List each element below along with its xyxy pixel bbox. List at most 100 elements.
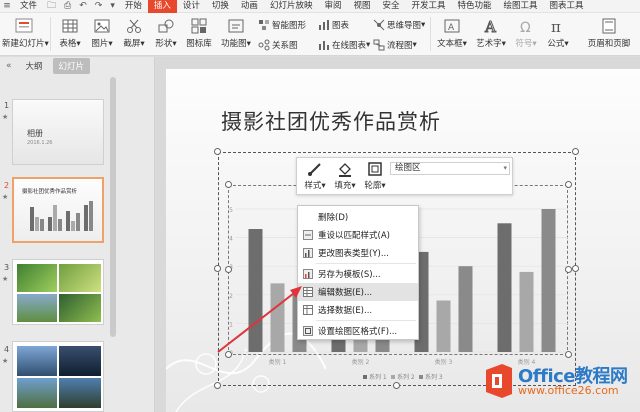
selector-value: 绘图区 (395, 163, 421, 173)
slide-thumbnail-1[interactable]: 相册 2016.1.26 (12, 99, 104, 165)
menu-item-label: 选择数据(E)... (318, 306, 373, 316)
collapse-icon[interactable]: « (6, 61, 12, 71)
outline-button[interactable]: 轮廓▾ (361, 161, 389, 191)
icon-lib-button[interactable]: 图标库 (184, 17, 214, 49)
thumb-title: 相册 (27, 129, 43, 138)
menu-transition[interactable]: 切换 (206, 0, 235, 13)
function-chart-button[interactable]: 功能图▾ (218, 17, 254, 49)
menu-drawing-tools[interactable]: 绘图工具 (498, 0, 544, 13)
flowchart-button[interactable]: 流程图 ▾ (373, 39, 417, 51)
x-tick-label: 类别 3 (435, 358, 453, 366)
reset-style-icon (298, 230, 318, 240)
resize-handle[interactable] (393, 382, 400, 389)
slide-title[interactable]: 摄影社团优秀作品赏析 (221, 106, 441, 136)
ribbon: 新建幻灯片▾ 表格▾ 图片▾ 截屏▾ 形状▾ 图标库 功能图▾ 智能图形 图表 … (0, 13, 640, 56)
watermark: Office教程网 www.office26.com (478, 356, 640, 412)
thumb-photo (17, 264, 57, 292)
slide-number: 3 (4, 263, 10, 272)
scissors-icon (127, 19, 141, 33)
slide-thumbnail-2[interactable]: 摄影社团优秀作品赏析 (12, 177, 104, 243)
menu-developer[interactable]: 开发工具 (406, 0, 452, 13)
menu-review[interactable]: 审阅 (318, 0, 347, 13)
thumb-photo (17, 346, 57, 376)
relationship-button[interactable]: 关系图 (258, 39, 298, 51)
header-footer-button[interactable]: 页眉和页脚 (580, 17, 638, 49)
smart-graphic-button[interactable]: 智能图形 (258, 19, 306, 31)
resize-handle[interactable] (214, 148, 221, 155)
slide-number: 4 (4, 345, 10, 354)
formula-button[interactable]: π 公式▾ (544, 17, 572, 49)
menu-item-select-data[interactable]: 选择数据(E)... (298, 301, 418, 319)
slide-thumbnail-4[interactable] (12, 341, 104, 412)
thumb-chart (30, 201, 93, 231)
thumb-subtitle: 2016.1.26 (27, 140, 53, 146)
menu-item-reset-style[interactable]: 重设以匹配样式(A) (298, 226, 418, 244)
menu-home[interactable]: 开始 (119, 0, 148, 13)
dropdown-arrow-icon: ▾ (44, 39, 49, 49)
floating-format-toolbar: 样式▾ 填充▾ 轮廓▾ 绘图区 ▾ (296, 157, 513, 195)
menu-slideshow[interactable]: 幻灯片放映 (264, 0, 319, 13)
menu-item-save-template[interactable]: 另存为模板(S)... (298, 265, 418, 283)
more-icon[interactable]: ▾ (106, 1, 119, 11)
style-button[interactable]: 样式▾ (301, 161, 329, 191)
undo-icon[interactable]: ↶ (75, 1, 91, 11)
online-chart-button[interactable]: 在线图表 ▾ (318, 39, 370, 51)
redo-icon[interactable]: ↷ (91, 1, 107, 11)
shape-button[interactable]: 形状▾ (152, 17, 180, 49)
legend-swatch (363, 375, 367, 379)
thumb-photo (17, 378, 57, 408)
textbox-button[interactable]: A 文本框▾ (434, 17, 470, 49)
menu-view[interactable]: 视图 (347, 0, 376, 13)
tab-slides[interactable]: 幻灯片 (52, 58, 91, 74)
resize-handle[interactable] (572, 148, 579, 155)
menu-item-change-chart-type[interactable]: 更改图表类型(Y)... (298, 244, 418, 262)
resize-handle[interactable] (565, 266, 572, 273)
resize-handle[interactable] (565, 181, 572, 188)
menu-animation[interactable]: 动画 (235, 0, 264, 13)
open-icon[interactable]: 🗀 (43, 0, 60, 14)
symbol-button[interactable]: Ω 符号▾ (512, 17, 540, 49)
animation-star-icon: ★ (2, 113, 9, 121)
thumb-title: 摄影社团优秀作品赏析 (22, 189, 78, 195)
slide-thumbnail-3[interactable] (12, 259, 104, 325)
omega-icon: Ω (520, 20, 531, 35)
divider (50, 17, 51, 51)
relationship-label: 关系图 (272, 41, 298, 51)
watermark-url: www.office26.com (518, 384, 619, 397)
menu-item-format-plot-area[interactable]: 设置绘图区格式(F)... (298, 322, 418, 340)
mindmap-button[interactable]: 思维导图 ▾ (373, 19, 425, 31)
legend-label: 系列 1 (369, 373, 387, 381)
legend-swatch (419, 375, 423, 379)
resize-handle[interactable] (572, 265, 579, 272)
table-icon (62, 19, 78, 33)
menu-design[interactable]: 设计 (177, 0, 206, 13)
chart-button[interactable]: 图表 (318, 19, 349, 31)
menu-chart-tools[interactable]: 图表工具 (544, 0, 590, 13)
resize-handle[interactable] (225, 266, 232, 273)
print-icon[interactable]: ⎙ (60, 1, 75, 11)
slide-pane: « 大纲 幻灯片 1 ★ 相册 2016.1.26 2 ★ 摄影社团优秀作品赏析… (0, 57, 155, 412)
table-button[interactable]: 表格▾ (56, 17, 84, 49)
chart-element-selector[interactable]: 绘图区 ▾ (390, 162, 510, 175)
mindmap-icon (373, 19, 385, 31)
menu-item-delete[interactable]: 删除(D) (298, 208, 418, 226)
picture-button[interactable]: 图片▾ (88, 17, 116, 49)
menu-file[interactable]: 文件 (14, 0, 43, 13)
menu-special[interactable]: 特色功能 (452, 0, 498, 13)
resize-handle[interactable] (225, 181, 232, 188)
y-tick-label: 5 (229, 207, 233, 214)
wordart-button[interactable]: A 艺术字▾ (474, 17, 508, 50)
screenshot-button[interactable]: 截屏▾ (120, 17, 148, 49)
bar (436, 300, 451, 352)
vertical-scrollbar[interactable] (110, 77, 116, 337)
menu-item-edit-data[interactable]: 编辑数据(E)... (298, 283, 418, 301)
chart-type-icon (298, 248, 318, 258)
tab-outline[interactable]: 大纲 (20, 58, 49, 74)
fill-button[interactable]: 填充▾ (331, 161, 359, 191)
menu-security[interactable]: 安全 (376, 0, 405, 13)
menu-icon[interactable]: ≡ (0, 1, 14, 11)
new-slide-button[interactable]: 新建幻灯片▾ (2, 17, 49, 49)
menu-insert[interactable]: 插入 (147, 0, 177, 13)
resize-handle[interactable] (214, 382, 221, 389)
resize-handle[interactable] (214, 265, 221, 272)
